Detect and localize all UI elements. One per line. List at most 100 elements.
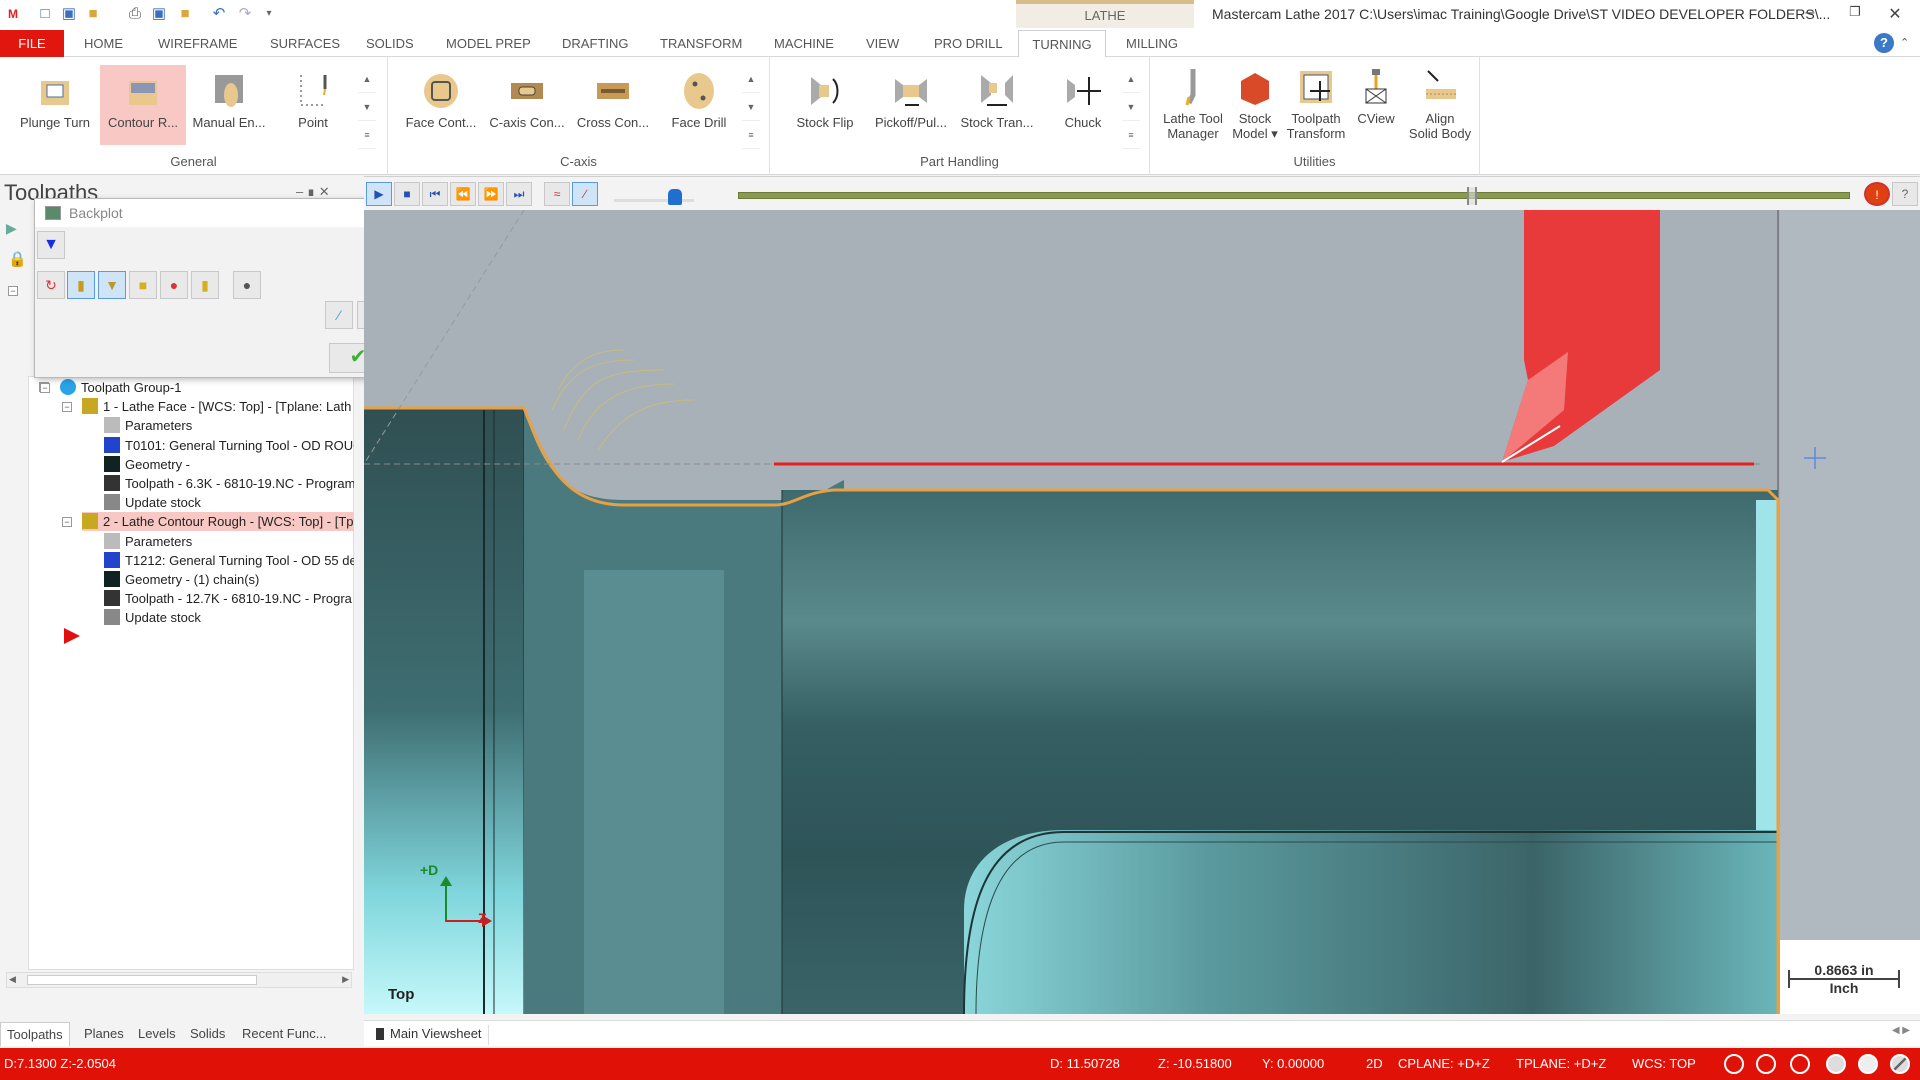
tab-surfaces[interactable]: SURFACES xyxy=(264,30,346,57)
show-rapid-button[interactable]: ■ xyxy=(129,271,157,299)
hidden-globe-icon[interactable] xyxy=(1790,1054,1810,1074)
manual-entry-button[interactable]: Manual En... xyxy=(186,65,272,145)
caxis-contour-button[interactable]: C-axis Con... xyxy=(484,65,570,145)
tab-milling[interactable]: MILLING xyxy=(1120,30,1184,57)
tree-item[interactable]: Update stock xyxy=(104,493,354,512)
minimize-button[interactable]: – xyxy=(1795,4,1825,22)
insert-arrow-icon[interactable] xyxy=(64,628,80,644)
tab-model-prep[interactable]: MODEL PREP xyxy=(440,30,537,57)
run-mode-button[interactable]: ∕ xyxy=(572,182,598,206)
status-cplane[interactable]: CPLANE: +D+Z xyxy=(1398,1056,1490,1071)
tab-view[interactable]: VIEW xyxy=(860,30,905,57)
redo-icon[interactable]: ↷ xyxy=(236,5,254,23)
save-as-icon[interactable]: ▣ xyxy=(150,5,168,23)
tree-operation[interactable]: 2 - Lathe Contour Rough - [WCS: Top] - [… xyxy=(82,512,354,532)
tab-recent-functions[interactable]: Recent Func... xyxy=(236,1022,333,1046)
help-icon[interactable]: ? xyxy=(1874,33,1894,53)
wireframe-globe-icon[interactable] xyxy=(1724,1054,1744,1074)
show-tool-button[interactable]: ▮ xyxy=(67,271,95,299)
close-window-button[interactable]: ✕ xyxy=(1880,4,1910,24)
tree-expander[interactable]: − xyxy=(62,402,72,413)
stock-transfer-button[interactable]: Stock Tran... xyxy=(954,65,1040,145)
status-d-value[interactable]: D: 11.50728 xyxy=(1050,1056,1120,1071)
shaded-globe-icon[interactable] xyxy=(1756,1054,1776,1074)
tab-home[interactable]: HOME xyxy=(78,30,129,57)
tree-horizontal-scrollbar[interactable]: ◀ ▶ xyxy=(6,972,352,988)
tab-levels[interactable]: Levels xyxy=(132,1022,182,1046)
viewsheet-tab-main[interactable]: Main Viewsheet xyxy=(370,1025,489,1045)
lathe-tool-manager-button[interactable]: Lathe Tool Manager xyxy=(1160,65,1226,145)
toolpath-transform-button[interactable]: Toolpath Transform xyxy=(1284,65,1348,145)
tab-pro-drill[interactable]: PRO DRILL xyxy=(928,30,1009,57)
scroll-thumb[interactable] xyxy=(27,975,257,985)
to-end-button[interactable]: ⏭ xyxy=(506,182,532,206)
options-button[interactable]: ! xyxy=(1864,182,1890,206)
select-toolpath-icon[interactable]: ▶ xyxy=(6,220,17,237)
show-holder-button[interactable]: ▼ xyxy=(98,271,126,299)
flat-sphere-icon[interactable] xyxy=(1858,1054,1878,1074)
undo-icon[interactable]: ↶ xyxy=(210,5,228,23)
tree-item[interactable]: Update stock xyxy=(104,608,354,627)
status-mode[interactable]: 2D xyxy=(1366,1056,1383,1071)
cross-contour-button[interactable]: Cross Con... xyxy=(570,65,656,145)
tree-expander[interactable]: − xyxy=(40,383,50,393)
tree-item[interactable]: T1212: General Turning Tool - OD 55 de xyxy=(104,551,354,570)
status-tplane[interactable]: TPLANE: +D+Z xyxy=(1516,1056,1606,1071)
tab-file[interactable]: FILE xyxy=(0,30,64,57)
restore-button[interactable]: ❐ xyxy=(1840,4,1870,20)
play-button[interactable]: ▶ xyxy=(366,182,392,206)
graphics-viewport[interactable]: +D Z Top 0.8663 in Inch xyxy=(364,210,1920,1014)
playbar-help-button[interactable]: ? xyxy=(1892,182,1918,206)
lock-icon[interactable]: 🔒 xyxy=(8,250,27,268)
trace-mode-button[interactable]: ≈ xyxy=(544,182,570,206)
status-wcs[interactable]: WCS: TOP xyxy=(1632,1056,1696,1071)
tab-planes[interactable]: Planes xyxy=(78,1022,130,1046)
tree-item[interactable]: Parameters xyxy=(104,532,354,551)
to-start-button[interactable]: ⏮ xyxy=(422,182,448,206)
general-gallery-scroll[interactable]: ▲ ▼ ≡ xyxy=(358,65,376,149)
tree-item[interactable]: Geometry - xyxy=(104,455,354,474)
save-icon[interactable]: ▣ xyxy=(60,5,78,23)
caxis-gallery-scroll[interactable]: ▲ ▼ ≡ xyxy=(742,65,760,149)
tab-solids-panel[interactable]: Solids xyxy=(184,1022,231,1046)
pickoff-pull-button[interactable]: Pickoff/Pul... xyxy=(868,65,954,145)
stock-model-button[interactable]: Stock Model ▾ xyxy=(1226,65,1284,145)
toolpath-display-button[interactable]: ↻ xyxy=(37,271,65,299)
step-forward-button[interactable]: ⏩ xyxy=(478,182,504,206)
folder-icon[interactable]: ■ xyxy=(176,5,194,23)
tree-item[interactable]: Geometry - (1) chain(s) xyxy=(104,570,354,589)
cview-button[interactable]: CView xyxy=(1348,65,1404,145)
stop-button[interactable]: ■ xyxy=(394,182,420,206)
align-solid-body-button[interactable]: Align Solid Body xyxy=(1404,65,1476,145)
progress-slider[interactable] xyxy=(738,187,1850,205)
step-back-button[interactable]: ⏪ xyxy=(450,182,476,206)
tree-operation[interactable]: 1 - Lathe Face - [WCS: Top] - [Tplane: L… xyxy=(82,397,354,416)
verify-button[interactable]: ⁄ xyxy=(325,301,353,329)
tab-drafting[interactable]: DRAFTING xyxy=(556,30,634,57)
new-icon[interactable]: □ xyxy=(36,5,54,23)
tree-group[interactable]: Toolpath Group-1 xyxy=(60,378,354,397)
face-contour-button[interactable]: Face Cont... xyxy=(398,65,484,145)
info-button[interactable]: ● xyxy=(233,271,261,299)
expand-dialog-button[interactable]: ▼ xyxy=(37,231,65,259)
tab-turning[interactable]: TURNING xyxy=(1018,30,1106,57)
speed-slider-thumb[interactable] xyxy=(668,189,682,205)
status-y-value[interactable]: Y: 0.00000 xyxy=(1262,1056,1324,1071)
tree-expander[interactable]: − xyxy=(62,517,72,528)
tab-wireframe[interactable]: WIREFRAME xyxy=(152,30,243,57)
print-icon[interactable]: ⎙ xyxy=(126,5,144,23)
viewsheet-scroll-arrows[interactable]: ◀ ▶ xyxy=(1892,1025,1910,1036)
plunge-turn-button[interactable]: Plunge Turn xyxy=(12,65,98,145)
progress-slider-thumb[interactable] xyxy=(1466,187,1477,205)
show-stock-button[interactable]: ▮ xyxy=(191,271,219,299)
tab-machine[interactable]: MACHINE xyxy=(768,30,840,57)
contour-rough-button[interactable]: Contour R... xyxy=(100,65,186,145)
open-icon[interactable]: ■ xyxy=(84,5,102,23)
tree-item[interactable]: T0101: General Turning Tool - OD ROUG xyxy=(104,436,354,455)
tree-root-expander[interactable]: − xyxy=(8,286,18,296)
status-z-value[interactable]: Z: -10.51800 xyxy=(1158,1056,1232,1071)
tab-toolpaths[interactable]: Toolpaths xyxy=(0,1022,70,1046)
customize-icon[interactable]: ▾ xyxy=(260,5,278,23)
face-drill-button[interactable]: Face Drill xyxy=(656,65,742,145)
tree-item[interactable]: Toolpath - 12.7K - 6810-19.NC - Progra xyxy=(104,589,354,608)
